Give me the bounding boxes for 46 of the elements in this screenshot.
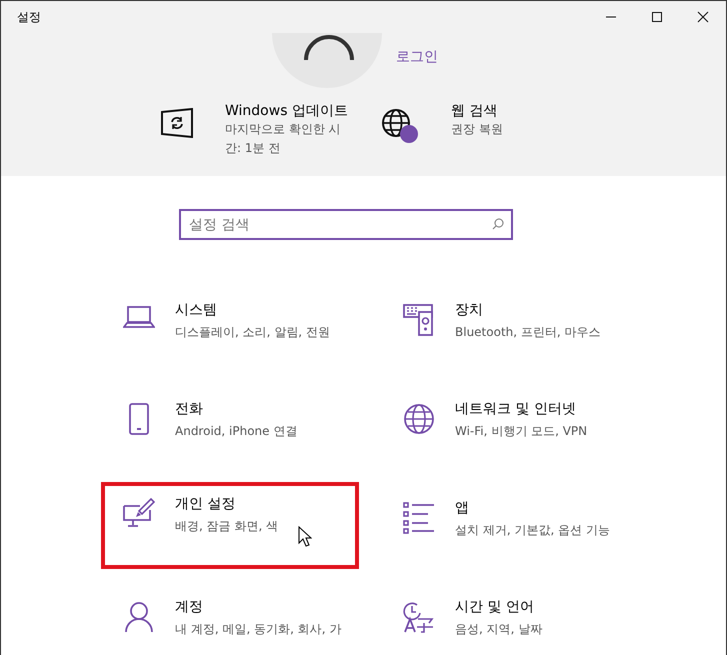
- laptop-icon: [123, 304, 155, 330]
- list-icon: [403, 502, 435, 534]
- cursor-icon: [298, 526, 312, 547]
- search-icon: [492, 218, 504, 230]
- quick-link-title[interactable]: 웹 검색: [451, 102, 579, 120]
- quick-link-title[interactable]: Windows 업데이트: [225, 102, 353, 120]
- tile-subtitle: 배경, 잠금 화면, 색: [175, 518, 278, 535]
- person-icon: [304, 35, 354, 61]
- sign-in-link[interactable]: 로그인: [396, 48, 438, 66]
- tile-title: 계정: [175, 598, 204, 617]
- tile-subtitle: 음성, 지역, 날짜: [455, 621, 542, 638]
- quick-link-subtitle: 권장 복원: [451, 121, 504, 138]
- close-icon: [697, 11, 709, 23]
- settings-tile[interactable]: 개인 설정 배경, 잠금 화면, 색: [101, 482, 359, 569]
- settings-tile[interactable]: 장치 Bluetooth, 프린터, 마우스: [381, 288, 641, 375]
- tile-title: 앱: [455, 499, 470, 518]
- tile-subtitle: 설치 제거, 기본값, 옵션 기능: [455, 522, 610, 539]
- quick-link-subtitle: 마지막으로 확인한 시간: 1분 전: [225, 121, 342, 157]
- tile-title: 장치: [455, 301, 484, 320]
- settings-tile[interactable]: 시스템 디스플레이, 소리, 알림, 전원: [101, 288, 381, 375]
- tile-title: 전화: [175, 400, 204, 419]
- globe-badge-icon: [381, 108, 419, 144]
- tile-title: 네트워크 및 인터넷: [455, 400, 577, 419]
- monitor-brush-icon: [123, 498, 155, 528]
- phone-icon: [128, 403, 150, 435]
- tile-subtitle: 내 계정, 메일, 동기화, 회사, 가: [175, 621, 342, 638]
- person-icon: [124, 601, 154, 633]
- tile-subtitle: Wi-Fi, 비행기 모드, VPN: [455, 423, 588, 440]
- settings-tile[interactable]: 계정 내 계정, 메일, 동기화, 회사, 가: [101, 585, 381, 655]
- update-icon: [161, 108, 193, 138]
- tile-subtitle: Android, iPhone 연결: [175, 423, 298, 440]
- tile-title: 시스템: [175, 301, 218, 320]
- maximize-icon: [651, 11, 663, 23]
- tile-title: 개인 설정: [175, 495, 236, 514]
- window-title: 설정: [16, 8, 42, 26]
- settings-tile[interactable]: 앱 설치 제거, 기본값, 옵션 기능: [381, 486, 641, 573]
- globe-icon: [403, 403, 435, 435]
- tile-subtitle: 디스플레이, 소리, 알림, 전원: [175, 324, 330, 341]
- settings-tile[interactable]: 네트워크 및 인터넷 Wi-Fi, 비행기 모드, VPN: [381, 387, 641, 474]
- clock-letter-icon: [403, 601, 435, 633]
- keyboard-speaker-icon: [403, 304, 435, 336]
- settings-tile[interactable]: 시간 및 언어 음성, 지역, 날짜: [381, 585, 641, 655]
- tile-title: 시간 및 언어: [455, 598, 535, 617]
- tile-subtitle: Bluetooth, 프린터, 마우스: [455, 324, 601, 341]
- search-field[interactable]: 설정 검색: [179, 209, 513, 240]
- settings-tile[interactable]: 전화 Android, iPhone 연결: [101, 387, 381, 474]
